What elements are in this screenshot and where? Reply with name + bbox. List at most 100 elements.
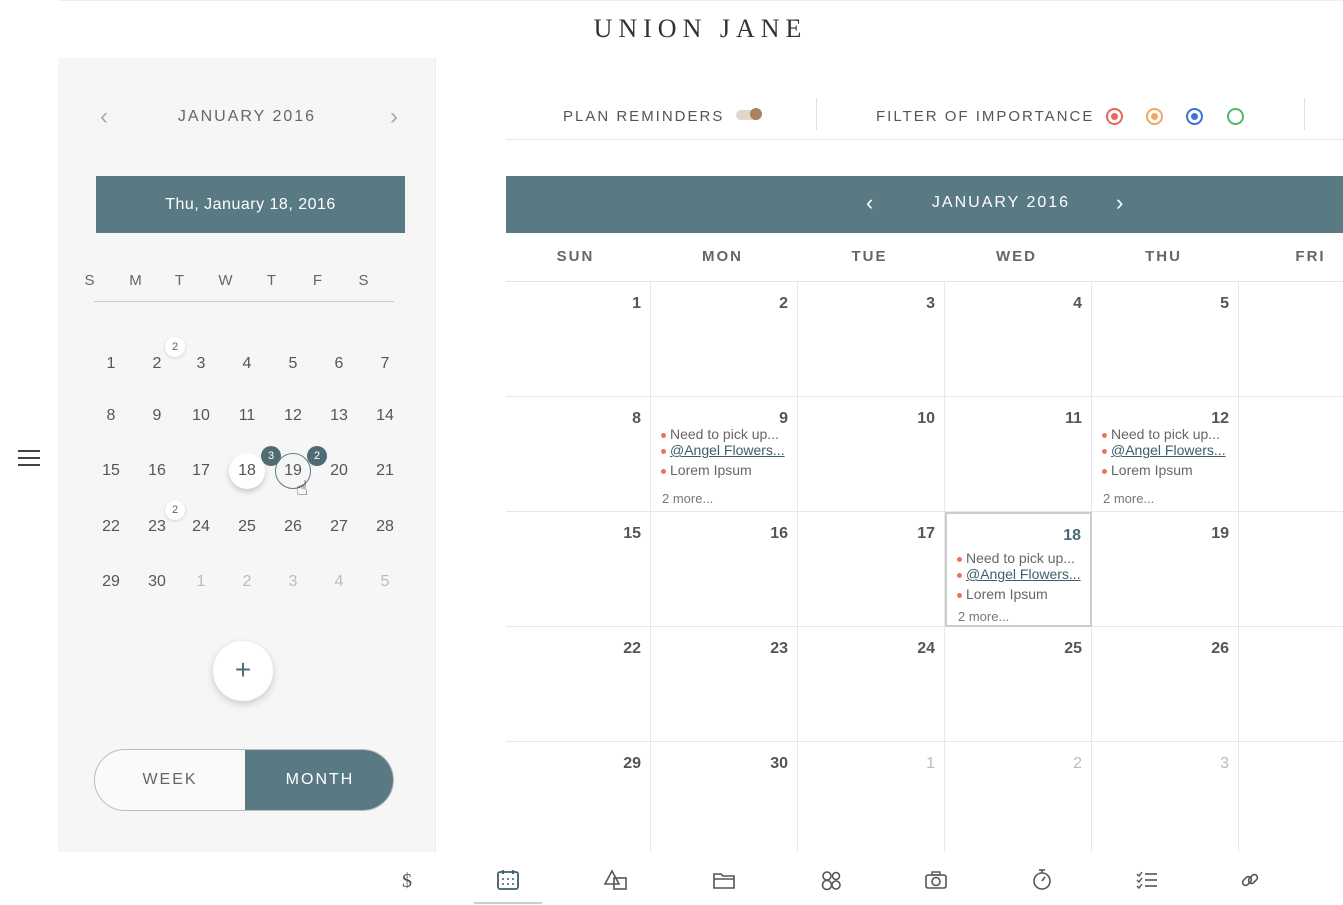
mini-day[interactable]: 29 <box>91 568 131 596</box>
day-cell[interactable]: 3 <box>798 282 945 397</box>
checklist-icon[interactable] <box>1133 868 1161 892</box>
day-cell[interactable]: 16 <box>651 512 798 627</box>
more-events-link[interactable]: 2 more... <box>958 609 1009 624</box>
mini-day[interactable]: 27 <box>319 513 359 541</box>
day-cell[interactable]: 19 <box>1092 512 1239 627</box>
day-cell[interactable]: 25 <box>945 627 1092 742</box>
prev-month-icon[interactable]: ‹ <box>866 190 873 216</box>
day-cell[interactable]: 1 <box>798 742 945 852</box>
mini-day[interactable]: 9 <box>137 402 177 430</box>
stopwatch-icon[interactable] <box>1028 868 1056 892</box>
day-cell[interactable]: 15 <box>506 512 651 627</box>
add-event-button[interactable]: + <box>213 641 273 701</box>
event-item[interactable]: Lorem Ipsum <box>661 462 752 478</box>
day-cell[interactable]: 5 <box>1092 282 1239 397</box>
day-cell[interactable]: 2 <box>945 742 1092 852</box>
more-events-link[interactable]: 2 more... <box>1103 491 1154 506</box>
mini-day[interactable]: 7 <box>365 350 405 378</box>
mini-day[interactable]: 28 <box>365 513 405 541</box>
mini-day[interactable]: 16 <box>137 457 177 485</box>
importance-dot-icon <box>1102 432 1107 438</box>
mini-day[interactable]: 8 <box>91 402 131 430</box>
day-number: 23 <box>770 640 788 657</box>
mini-day[interactable]: 15 <box>91 457 131 485</box>
calendar-icon[interactable] <box>494 868 522 892</box>
day-number: 9 <box>779 410 788 427</box>
shapes-icon[interactable] <box>602 868 630 892</box>
link-icon[interactable] <box>1236 868 1264 892</box>
camera-icon[interactable] <box>922 868 950 892</box>
mini-day[interactable]: 26 <box>273 513 313 541</box>
mini-day[interactable]: 18 <box>229 453 265 489</box>
day-cell[interactable]: 4 <box>945 282 1092 397</box>
mini-day[interactable]: 20 <box>319 457 359 485</box>
contacts-icon[interactable] <box>817 868 845 892</box>
day-cell[interactable]: 9 Need to pick up... @Angel Flowers... Lore… <box>651 397 798 512</box>
day-cell[interactable]: 11 <box>945 397 1092 512</box>
day-number: 10 <box>917 410 935 427</box>
event-item[interactable]: Lorem Ipsum <box>957 586 1048 602</box>
day-cell[interactable]: 2 <box>651 282 798 397</box>
event-item[interactable]: Need to pick up... <box>1102 426 1220 442</box>
mini-day[interactable]: 11 <box>227 402 267 430</box>
day-cell[interactable]: 23 <box>651 627 798 742</box>
more-events-link[interactable]: 2 more... <box>662 491 713 506</box>
day-cell[interactable] <box>1239 397 1343 512</box>
day-cell[interactable] <box>1239 627 1343 742</box>
weekday-label: WED <box>996 248 1037 265</box>
mini-day[interactable]: 6 <box>319 350 359 378</box>
day-cell[interactable]: 12 Need to pick up... @Angel Flowers... Lor… <box>1092 397 1239 512</box>
importance-low-icon[interactable] <box>1227 108 1244 125</box>
mini-day[interactable]: 22 <box>91 513 131 541</box>
day-cell[interactable]: 30 <box>651 742 798 852</box>
plan-reminders-switch[interactable] <box>736 108 762 120</box>
importance-medium-icon[interactable] <box>1146 108 1163 125</box>
week-view-button[interactable]: WEEK <box>95 750 245 810</box>
mini-day[interactable]: 12 <box>273 402 313 430</box>
mini-day[interactable]: 13 <box>319 402 359 430</box>
mini-day[interactable]: 1 <box>91 350 131 378</box>
mini-day[interactable]: 1 <box>181 568 221 596</box>
mini-day[interactable]: 10 <box>181 402 221 430</box>
mini-day[interactable]: 21 <box>365 457 405 485</box>
day-cell[interactable]: 1 <box>506 282 651 397</box>
mini-day[interactable]: 24 <box>181 513 221 541</box>
folder-icon[interactable] <box>710 868 738 892</box>
mini-day[interactable]: 5 <box>365 568 405 596</box>
day-cell[interactable]: 29 <box>506 742 651 852</box>
next-month-icon[interactable]: › <box>1116 190 1123 216</box>
day-cell[interactable] <box>1239 742 1343 852</box>
importance-normal-icon[interactable] <box>1186 108 1203 125</box>
day-cell[interactable]: 17 <box>798 512 945 627</box>
event-item[interactable]: Need to pick up... <box>957 550 1075 566</box>
menu-icon[interactable] <box>18 450 40 468</box>
event-item[interactable]: Need to pick up... <box>661 426 779 442</box>
mini-day[interactable]: 3 <box>181 350 221 378</box>
day-cell[interactable] <box>1239 282 1343 397</box>
importance-high-icon[interactable] <box>1106 108 1123 125</box>
day-cell[interactable]: 8 <box>506 397 651 512</box>
day-cell[interactable]: 3 <box>1092 742 1239 852</box>
day-cell[interactable]: 26 <box>1092 627 1239 742</box>
mini-day[interactable]: 3 <box>273 568 313 596</box>
mini-day[interactable]: 4 <box>227 350 267 378</box>
day-cell[interactable] <box>1239 512 1343 627</box>
event-item[interactable]: @Angel Flowers... <box>1102 442 1226 458</box>
mini-day[interactable]: 25 <box>227 513 267 541</box>
event-item[interactable]: Lorem Ipsum <box>1102 462 1193 478</box>
day-cell[interactable]: 18 Need to pick up... @Angel Flowers... Lor… <box>945 512 1092 627</box>
day-cell[interactable]: 24 <box>798 627 945 742</box>
svg-text:$: $ <box>402 870 412 892</box>
mini-day[interactable]: 14 <box>365 402 405 430</box>
event-item[interactable]: @Angel Flowers... <box>957 566 1081 582</box>
event-item[interactable]: @Angel Flowers... <box>661 442 785 458</box>
mini-day[interactable]: 2 <box>227 568 267 596</box>
mini-day[interactable]: 17 <box>181 457 221 485</box>
mini-day[interactable]: 5 <box>273 350 313 378</box>
month-view-button[interactable]: MONTH <box>245 750 393 810</box>
dollar-icon[interactable]: $ <box>393 868 421 892</box>
day-cell[interactable]: 10 <box>798 397 945 512</box>
mini-day[interactable]: 4 <box>319 568 359 596</box>
mini-day[interactable]: 30 <box>137 568 177 596</box>
day-cell[interactable]: 22 <box>506 627 651 742</box>
